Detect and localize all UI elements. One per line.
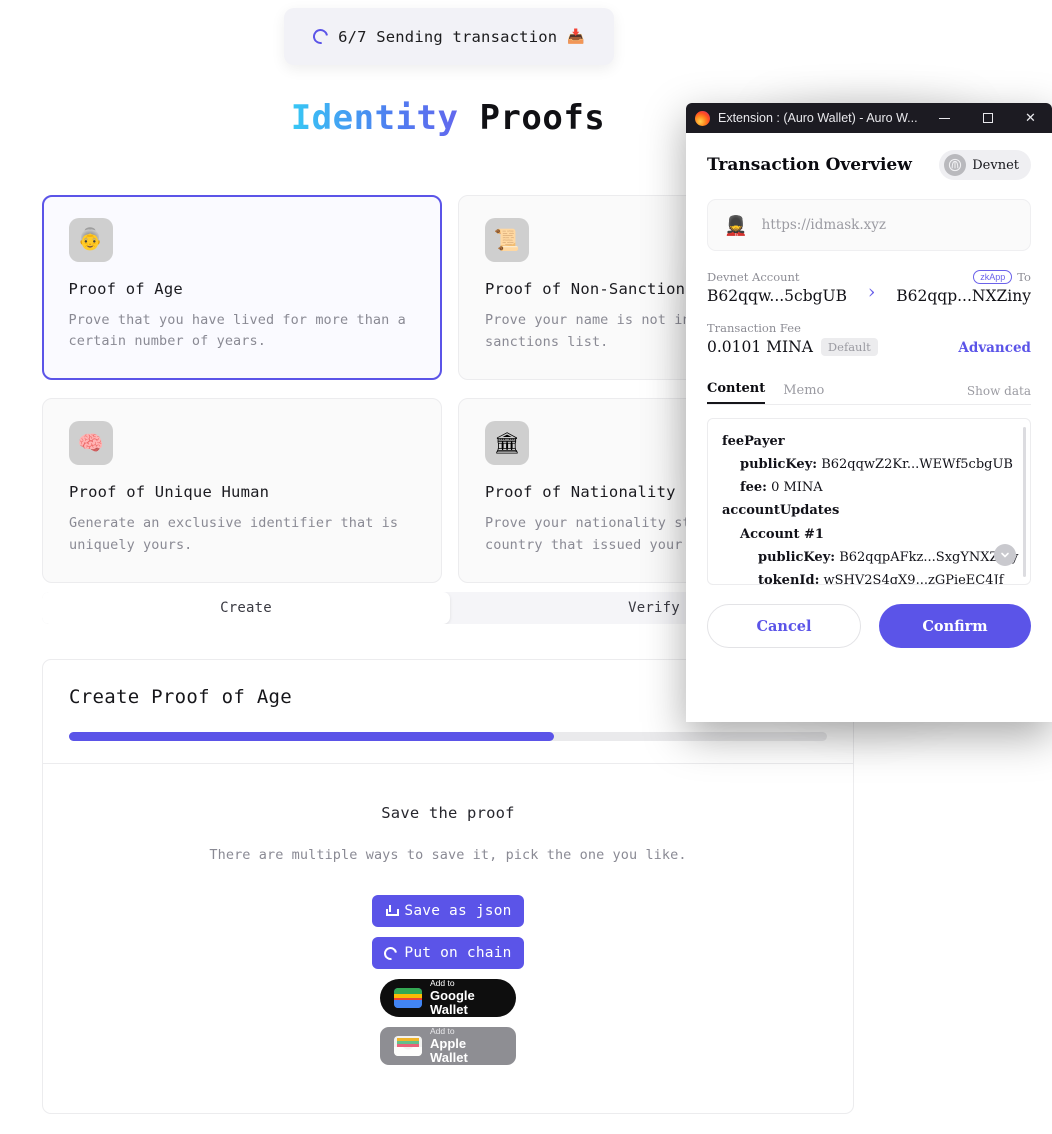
google-wallet-icon — [394, 988, 422, 1008]
fee-default-badge: Default — [820, 338, 878, 356]
data-line: publicKey: B62qqwZ2Kr...WEWf5cbgUB — [740, 457, 1013, 473]
page-title-plain: Proofs — [479, 98, 606, 138]
accounts-row: Devnet Account B62qqw...5cbgUB › zkApp T… — [707, 270, 1031, 305]
fee-block: Transaction Fee 0.0101 MINA Default — [707, 321, 878, 356]
fee-row: Transaction Fee 0.0101 MINA Default Adva… — [707, 321, 1031, 356]
from-account: Devnet Account B62qqw...5cbgUB — [707, 270, 847, 305]
app-root: 6/7 Sending transaction 📥 Identity Proof… — [0, 0, 1052, 1134]
window-titlebar[interactable]: Extension : (Auro Wallet) - Auro W... ✕ — [686, 103, 1052, 133]
fee-value-row: 0.0101 MINA Default — [707, 338, 878, 356]
put-on-chain-label: Put on chain — [404, 945, 512, 961]
to-label-row: zkApp To — [973, 270, 1031, 284]
create-panel: Create Proof of Age Save the proof There… — [42, 659, 854, 1114]
proof-card-desc: Generate an exclusive identifier that is… — [69, 515, 399, 553]
progress-bar-track — [69, 732, 827, 741]
proof-card-title: Proof of Age — [68, 279, 183, 298]
tab-memo[interactable]: Memo — [783, 383, 824, 404]
site-url: https://idmask.xyz — [761, 217, 886, 233]
fee-label: Transaction Fee — [707, 321, 801, 335]
to-account: zkApp To B62qqp...NXZiny — [896, 270, 1031, 305]
zkapp-badge: zkApp — [973, 270, 1013, 284]
data-line: tokenId: wSHV2S4qX9...zGPieEC4Jf — [758, 572, 1004, 585]
wallet-actions: Cancel Confirm — [686, 585, 1052, 669]
to-address: B62qqp...NXZiny — [896, 287, 1031, 305]
close-icon[interactable]: ✕ — [1009, 103, 1052, 133]
network-selector[interactable]: Devnet — [939, 150, 1031, 180]
proof-card-title: Proof of Unique Human — [69, 483, 270, 502]
mina-logo-icon — [944, 154, 967, 176]
from-address: B62qqw...5cbgUB — [707, 287, 848, 305]
firefox-icon — [695, 110, 710, 126]
apple-wallet-icon — [394, 1036, 422, 1056]
window-controls: ✕ — [923, 103, 1052, 133]
from-label: Devnet Account — [707, 270, 800, 284]
google-wallet-bottom-label: Google Wallet — [430, 987, 475, 1017]
put-on-chain-button[interactable]: Put on chain — [372, 937, 524, 969]
minimize-icon[interactable] — [923, 103, 966, 133]
data-line: accountUpdates — [722, 503, 840, 519]
add-to-google-wallet-button[interactable]: Add to Google Wallet — [380, 979, 516, 1017]
spinner-icon — [310, 26, 332, 47]
fee-amount: 0.0101 MINA — [707, 338, 813, 356]
status-toast: 6/7 Sending transaction 📥 — [284, 8, 614, 65]
scrollbar[interactable] — [1023, 427, 1026, 577]
arrow-right-icon: › — [867, 280, 876, 303]
inbox-tray-emoji-icon: 📥 — [567, 28, 585, 45]
proof-card-unique-human[interactable]: 🧠 Proof of Unique Human Generate an excl… — [42, 398, 442, 584]
tab-create[interactable]: Create — [42, 592, 450, 624]
chevron-down-icon[interactable] — [994, 544, 1016, 566]
proof-card-age[interactable]: 👵 Proof of Age Prove that you have lived… — [42, 195, 442, 381]
apple-wallet-bottom-label: Apple Wallet — [430, 1035, 468, 1065]
content-tabs: Content Memo Show data — [707, 381, 1031, 405]
guard-emoji-icon: 💂 — [724, 214, 748, 237]
data-line: Account #1 — [740, 526, 824, 542]
brain-emoji-icon: 🧠 — [69, 421, 113, 466]
auro-wallet-window: Extension : (Auro Wallet) - Auro W... ✕ … — [686, 103, 1052, 722]
site-origin-box: 💂 https://idmask.xyz — [707, 199, 1031, 251]
cancel-button[interactable]: Cancel — [707, 604, 861, 648]
data-line: publicKey: B62qqpAFkz...SxgYNXZiny — [758, 549, 1019, 565]
page-title-highlight: Identity — [290, 98, 459, 138]
tab-content[interactable]: Content — [707, 381, 766, 404]
save-options: Save as json Put on chain Add to Google … — [43, 895, 853, 1065]
save-proof-subtext: There are multiple ways to save it, pick… — [209, 847, 687, 863]
download-icon — [384, 904, 399, 918]
older-woman-emoji-icon: 👵 — [68, 217, 113, 262]
proof-card-desc: Prove that you have lived for more than … — [68, 311, 406, 350]
data-line: feePayer — [722, 434, 785, 449]
save-proof-heading: Save the proof — [381, 804, 515, 822]
confirm-button[interactable]: Confirm — [879, 604, 1031, 648]
save-as-json-button[interactable]: Save as json — [372, 895, 524, 927]
transaction-data-box[interactable]: feePayer publicKey: B62qqwZ2Kr...WEWf5cb… — [707, 418, 1031, 585]
show-data-link[interactable]: Show data — [967, 384, 1031, 404]
scroll-emoji-icon: 📜 — [485, 218, 529, 262]
data-line: fee: 0 MINA — [740, 480, 823, 496]
window-title: Extension : (Auro Wallet) - Auro W... — [718, 111, 918, 125]
wallet-header: Transaction Overview Devnet — [707, 150, 1031, 180]
wallet-body: Transaction Overview Devnet 💂 https://id… — [686, 133, 1052, 585]
add-to-apple-wallet-button[interactable]: Add to Apple Wallet — [380, 1027, 516, 1065]
transaction-overview-title: Transaction Overview — [707, 155, 912, 175]
advanced-link[interactable]: Advanced — [958, 340, 1031, 356]
maximize-icon[interactable] — [966, 103, 1009, 133]
classical-building-emoji-icon: 🏛 — [485, 421, 529, 466]
to-label: To — [1017, 270, 1031, 284]
spinner-icon — [381, 943, 400, 963]
network-label: Devnet — [972, 157, 1019, 173]
save-as-json-label: Save as json — [404, 903, 512, 919]
toast-text: 6/7 Sending transaction — [338, 27, 558, 46]
progress-bar-fill — [69, 732, 555, 741]
divider — [43, 763, 853, 764]
